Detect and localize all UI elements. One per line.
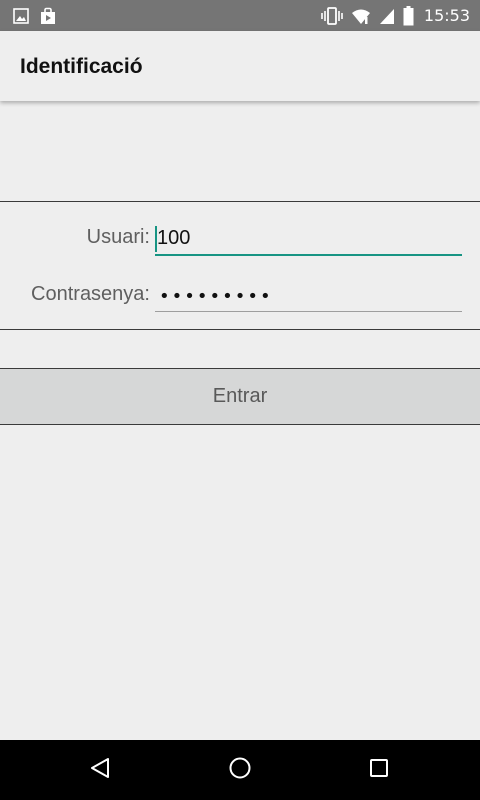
password-label: Contrasenya: [31, 283, 150, 305]
form-top-divider [0, 201, 480, 202]
form-bottom-divider [0, 329, 480, 330]
app-bar: Identificació [0, 31, 480, 101]
wifi-icon [351, 7, 371, 25]
signal-icon [379, 7, 395, 25]
page-title: Identificació [20, 55, 143, 78]
shopping-bag-icon [39, 7, 57, 25]
password-field[interactable]: ••••••••• [155, 280, 462, 312]
image-icon [13, 8, 29, 24]
password-field-underline [155, 311, 462, 312]
vibrate-icon [321, 6, 343, 25]
clock: 15:53 [423, 6, 470, 25]
recents-icon [367, 756, 391, 784]
navigation-bar [0, 740, 480, 800]
user-label: Usuari: [86, 226, 150, 248]
battery-icon [403, 5, 414, 26]
enter-button[interactable]: Entrar [0, 368, 480, 425]
user-field[interactable]: 100 [155, 224, 462, 256]
back-button[interactable] [70, 740, 130, 800]
home-icon [228, 756, 252, 784]
user-value: 100 [157, 227, 191, 249]
status-bar: 15:53 [0, 0, 480, 31]
home-button[interactable] [210, 740, 270, 800]
enter-button-label: Entrar [212, 385, 268, 407]
back-icon [88, 756, 112, 784]
recents-button[interactable] [349, 740, 409, 800]
user-field-underline [155, 254, 462, 256]
password-value: ••••••••• [159, 286, 273, 307]
